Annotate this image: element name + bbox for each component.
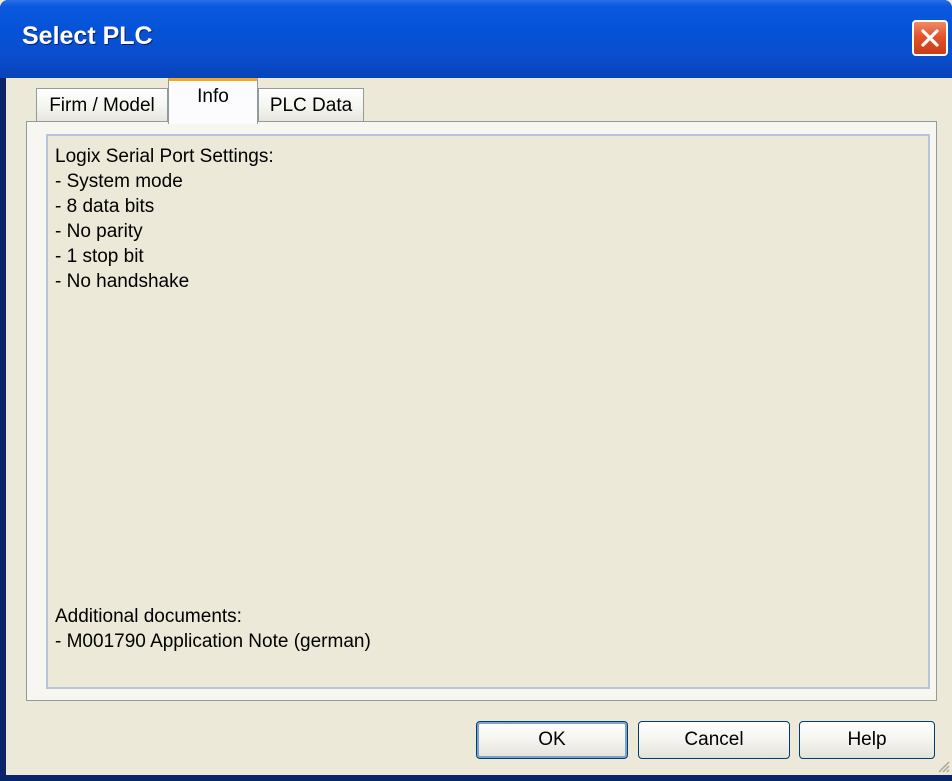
document-link[interactable]: - M001790 Application Note (german) xyxy=(55,629,371,654)
close-button[interactable] xyxy=(912,20,948,56)
help-button-label: Help xyxy=(847,729,887,750)
cancel-button[interactable]: Cancel xyxy=(638,721,790,759)
tab-plc-data-label: PLC Data xyxy=(269,95,353,116)
additional-documents: Additional documents: - M001790 Applicat… xyxy=(55,604,371,654)
settings-line: - No handshake xyxy=(55,271,190,292)
serial-port-settings: Logix Serial Port Settings: - System mod… xyxy=(55,144,274,294)
settings-heading: Logix Serial Port Settings: xyxy=(55,146,274,167)
title-bar[interactable]: Select PLC xyxy=(0,0,952,78)
cancel-button-label: Cancel xyxy=(684,729,744,750)
dialog-body: Firm / Model Info PLC Data Logix Serial … xyxy=(6,78,952,775)
ok-button[interactable]: OK xyxy=(476,721,628,759)
window-title: Select PLC xyxy=(22,22,153,50)
ok-button-label: OK xyxy=(538,729,566,750)
close-icon xyxy=(921,29,939,47)
documents-heading: Additional documents: xyxy=(55,606,242,627)
tab-info-label: Info xyxy=(197,86,229,107)
tab-info[interactable]: Info xyxy=(168,78,258,124)
resize-grip-icon[interactable] xyxy=(936,759,950,773)
settings-line: - System mode xyxy=(55,171,183,192)
help-button[interactable]: Help xyxy=(799,721,935,759)
tab-plc-data[interactable]: PLC Data xyxy=(258,88,364,122)
info-text-box[interactable]: Logix Serial Port Settings: - System mod… xyxy=(46,134,930,689)
tab-firm-model-label: Firm / Model xyxy=(49,95,155,116)
info-tab-panel: Logix Serial Port Settings: - System mod… xyxy=(26,121,937,701)
settings-line: - 8 data bits xyxy=(55,196,155,217)
settings-line: - No parity xyxy=(55,221,143,242)
select-plc-dialog: Select PLC Firm / Model Info PLC Data Lo… xyxy=(0,0,952,781)
settings-line: - 1 stop bit xyxy=(55,246,144,267)
tab-firm-model[interactable]: Firm / Model xyxy=(36,88,168,122)
